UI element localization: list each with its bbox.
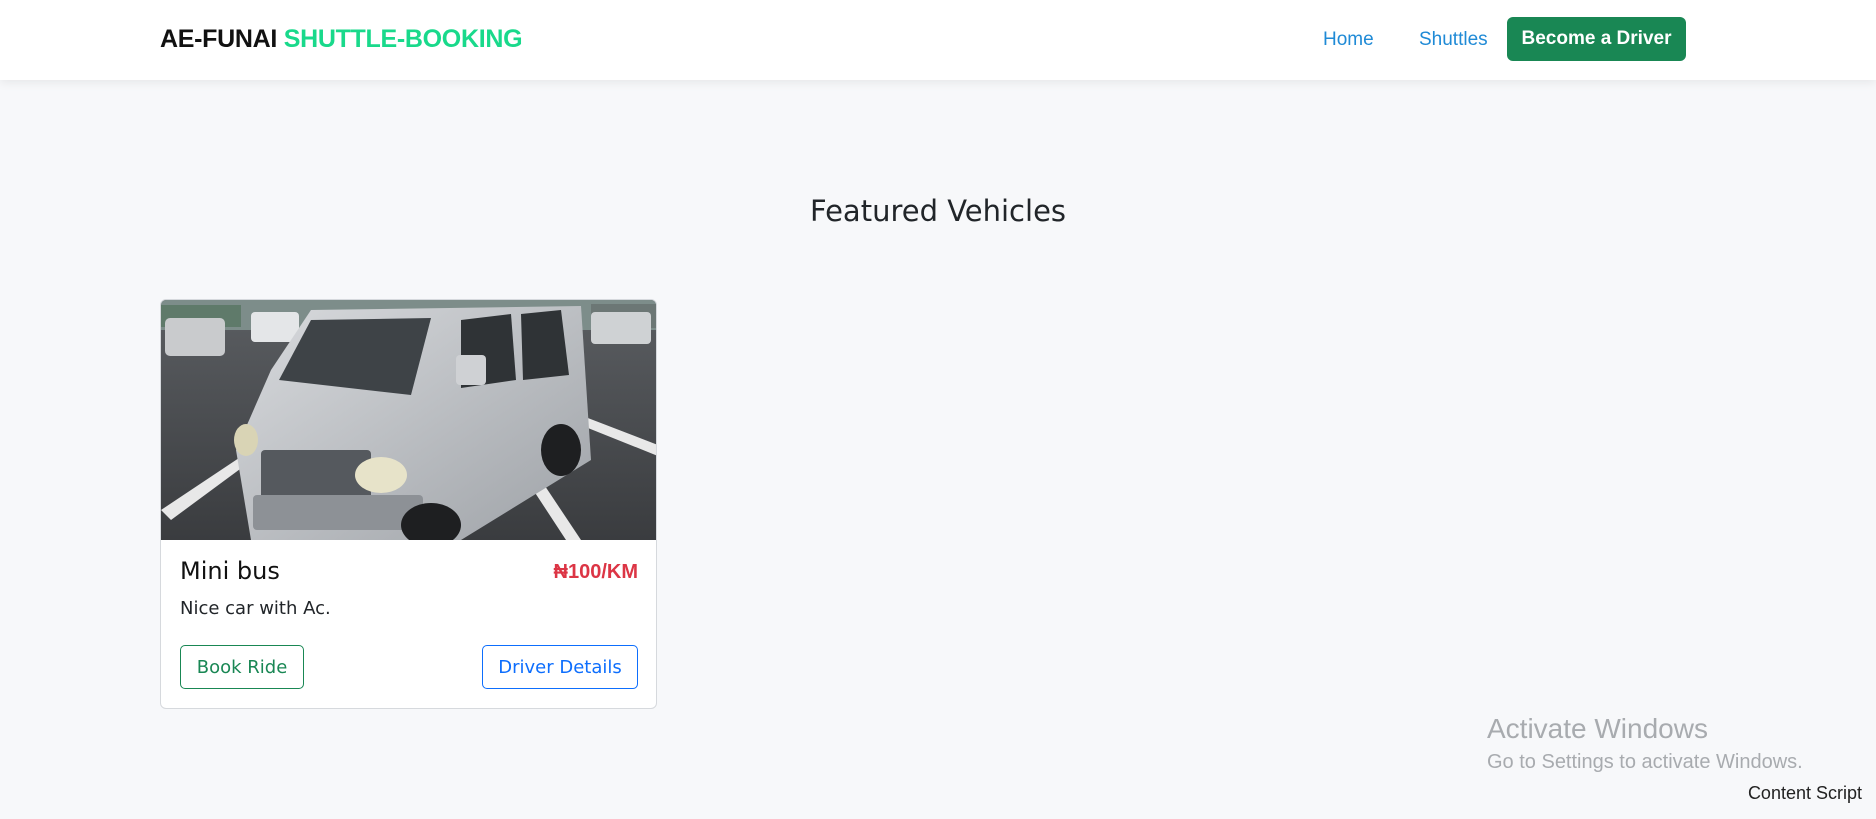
vehicle-description: Nice car with Ac.	[180, 598, 331, 619]
become-driver-button[interactable]: Become a Driver	[1507, 17, 1686, 61]
windows-activation-watermark: Activate Windows Go to Settings to activ…	[1487, 713, 1803, 774]
section-title: Featured Vehicles	[809, 194, 1067, 228]
brand-logo[interactable]: AE-FUNAI SHUTTLE-BOOKING	[160, 25, 523, 54]
activate-windows-title: Activate Windows	[1487, 713, 1708, 744]
activate-windows-subtitle: Go to Settings to activate Windows.	[1487, 751, 1803, 773]
brand-name-part2: SHUTTLE-BOOKING	[283, 25, 523, 53]
vehicle-price: ₦100/KM	[553, 561, 638, 583]
vehicle-card: Mini bus ₦100/KM Nice car with Ac. Book …	[160, 299, 657, 709]
navbar: AE-FUNAI SHUTTLE-BOOKING Home Shuttles B…	[0, 0, 1876, 80]
content-script-label: Content Script	[1747, 783, 1862, 803]
brand-name-part1: AE-FUNAI	[160, 25, 278, 53]
driver-details-button[interactable]: Driver Details	[482, 645, 638, 689]
book-ride-button[interactable]: Book Ride	[180, 645, 304, 689]
vehicle-title: Mini bus	[180, 557, 280, 585]
nav-link-shuttles[interactable]: Shuttles	[1419, 29, 1488, 51]
nav-link-home[interactable]: Home	[1323, 29, 1374, 51]
vehicle-photo	[161, 300, 656, 540]
